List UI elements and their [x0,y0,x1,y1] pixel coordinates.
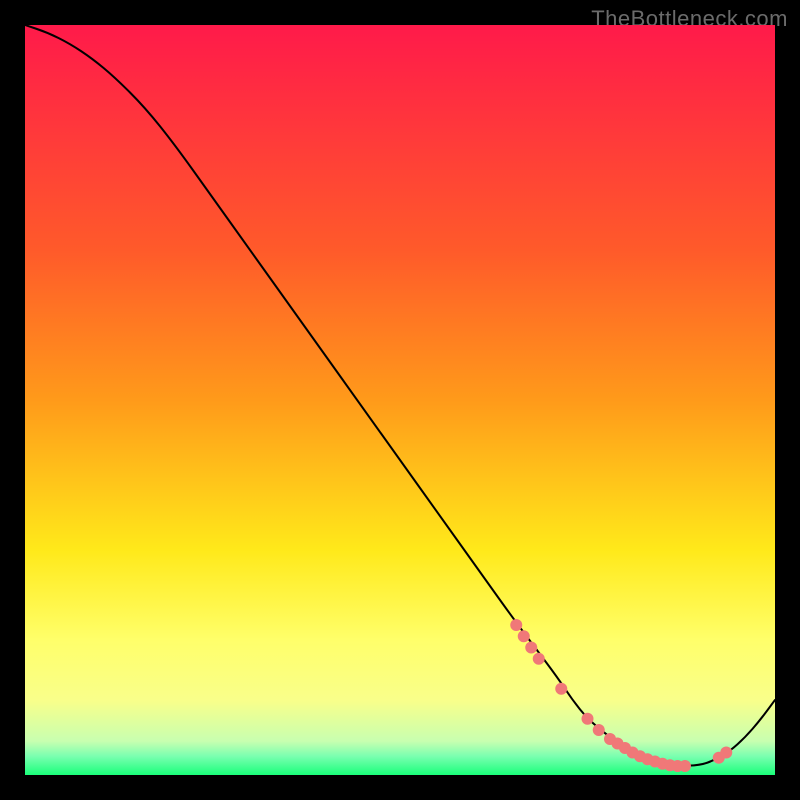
chart-svg [25,25,775,775]
plot-area [25,25,775,775]
chart-frame: TheBottleneck.com [0,0,800,800]
data-marker [555,683,567,695]
data-marker [518,630,530,642]
data-marker [525,642,537,654]
gradient-background [25,25,775,775]
data-marker [593,724,605,736]
data-marker [582,713,594,725]
data-marker [679,760,691,772]
data-marker [533,653,545,665]
data-marker [720,747,732,759]
data-marker [510,619,522,631]
